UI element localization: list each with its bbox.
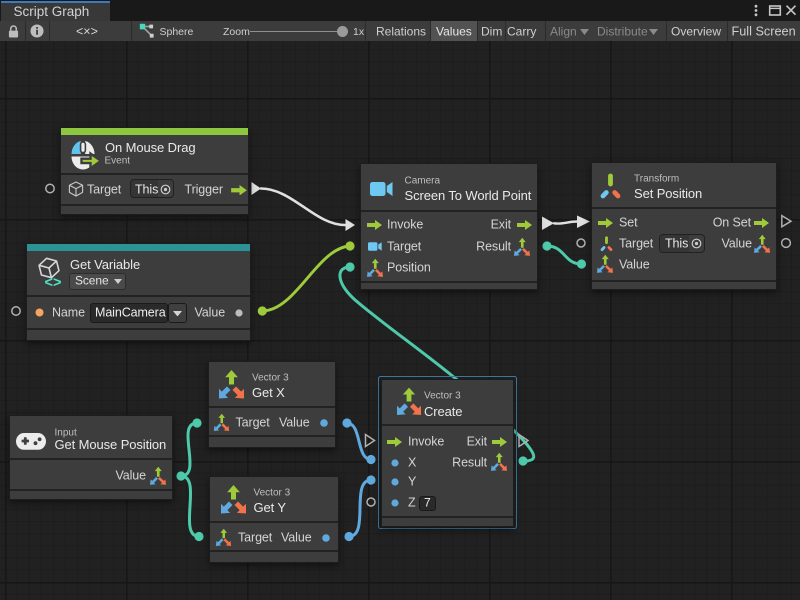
svg-text:<>: <> (45, 275, 62, 287)
